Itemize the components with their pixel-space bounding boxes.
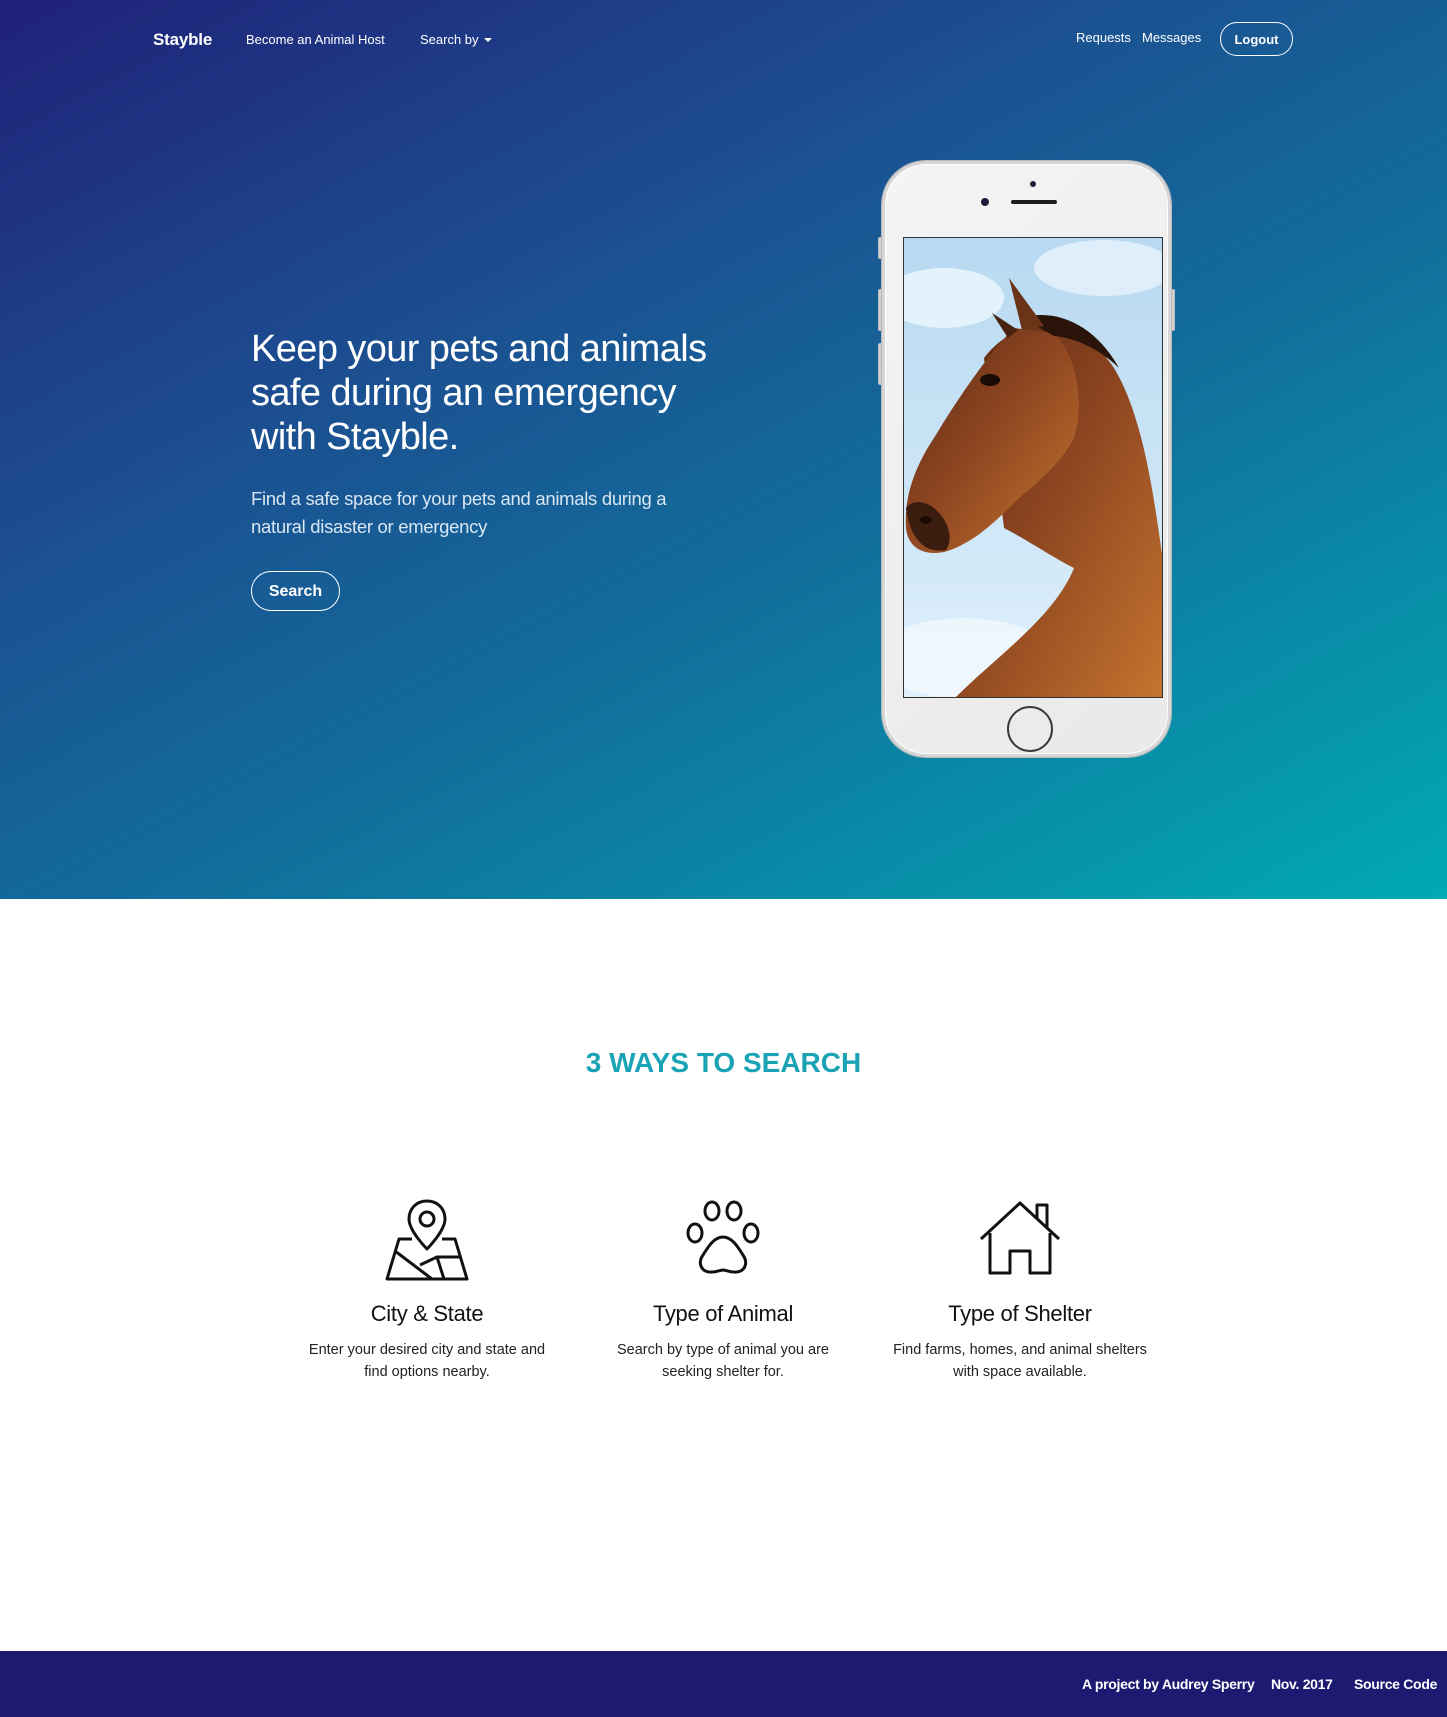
feature-description: Search by type of animal you are seeking… [617,1342,829,1380]
phone-camera [981,198,989,206]
feature-description: Enter your desired city and state and fi… [308,1342,546,1380]
feature-title: City & State [370,1301,484,1326]
feature-city-state: City & State Enter your desired city and… [297,1195,557,1383]
phone-body [882,161,1171,757]
phone-sensor [1030,181,1036,187]
hero-subtitle: Find a safe space for your pets and anim… [251,488,667,537]
top-nav: Stayble Become an Animal Host Search by … [0,0,1447,80]
footer-author-link[interactable]: A project by Audrey Sperry [1082,1676,1255,1692]
phone-home-button [1007,706,1053,752]
feature-shelter-type: Type of Shelter Find farms, homes, and a… [890,1195,1150,1383]
caret-down-icon [483,37,492,42]
hero-section: Stayble Become an Animal Host Search by … [0,0,1447,899]
phone-mockup [878,157,1175,761]
footer-source-code-link[interactable]: Source Code [1354,1676,1437,1692]
hero-title: Keep your pets and animals safe during a… [251,328,707,458]
feature-title: Type of Shelter [948,1301,1092,1326]
features-heading: 3 WAYS TO SEARCH [585,1047,862,1078]
feature-title: Type of Animal [652,1301,794,1326]
feature-description: Find farms, homes, and animal shelters w… [893,1342,1147,1380]
hero-search-button[interactable]: Search [251,571,340,611]
nav-messages-link[interactable]: Messages [1142,30,1201,45]
phone-speaker [1011,200,1057,204]
footer: A project by Audrey Sperry Nov. 2017 Sou… [0,1651,1447,1717]
horse-image [903,237,1163,698]
search-by-label: Search by [420,32,479,47]
paw-icon [686,1200,760,1274]
map-pin-icon [385,1199,469,1281]
brand-logo[interactable]: Stayble [153,30,212,50]
nav-search-by-dropdown[interactable]: Search by [420,32,492,47]
nav-become-host-link[interactable]: Become an Animal Host [246,32,385,47]
footer-date: Nov. 2017 [1271,1676,1333,1692]
house-icon [979,1201,1061,1275]
logout-button[interactable]: Logout [1220,22,1293,56]
nav-requests-link[interactable]: Requests [1076,30,1131,45]
feature-animal-type: Type of Animal Search by type of animal … [593,1195,853,1383]
horse-illustration [904,238,1162,697]
